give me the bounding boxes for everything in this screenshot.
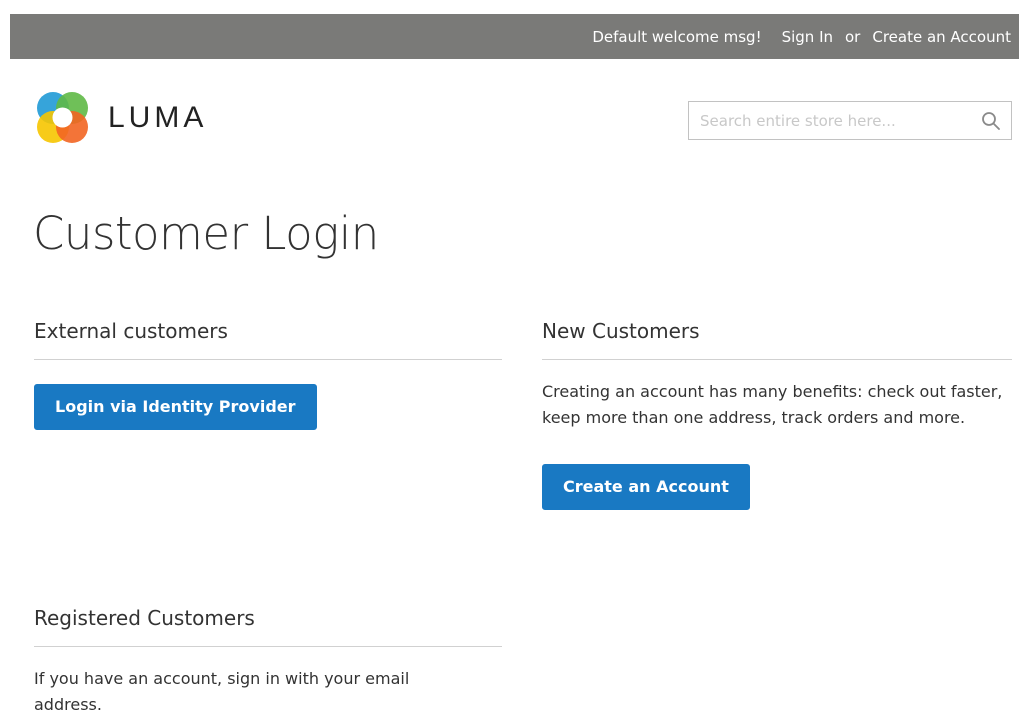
sign-in-link[interactable]: Sign In: [782, 28, 833, 46]
page-title: Customer Login: [33, 207, 379, 260]
store-logo[interactable]: LUMA: [34, 89, 207, 146]
new-customers-block: New Customers Creating an account has ma…: [542, 318, 1012, 510]
luma-logo-icon: [37, 92, 88, 143]
new-customers-title: New Customers: [542, 318, 1012, 360]
welcome-message: Default welcome msg!: [592, 27, 762, 46]
registered-customers-description: If you have an account, sign in with you…: [34, 669, 410, 714]
search-input[interactable]: [689, 102, 969, 139]
search-box: [688, 101, 1012, 140]
external-customers-title: External customers: [34, 318, 502, 360]
create-account-button[interactable]: Create an Account: [542, 464, 750, 510]
header-links: Default welcome msg! Sign In or Create a…: [592, 14, 1011, 59]
create-account-link[interactable]: Create an Account: [872, 28, 1011, 46]
external-customers-block: External customers Login via Identity Pr…: [34, 318, 502, 430]
login-identity-provider-button[interactable]: Login via Identity Provider: [34, 384, 317, 430]
header-panel: Default welcome msg! Sign In or Create a…: [10, 14, 1019, 59]
registered-customers-title: Registered Customers: [34, 605, 502, 647]
or-separator: or: [845, 27, 861, 46]
search-icon[interactable]: [981, 111, 1001, 131]
new-customers-description: Creating an account has many benefits: c…: [542, 382, 1003, 427]
registered-customers-block: Registered Customers If you have an acco…: [34, 605, 502, 718]
logo-text: LUMA: [108, 100, 208, 134]
